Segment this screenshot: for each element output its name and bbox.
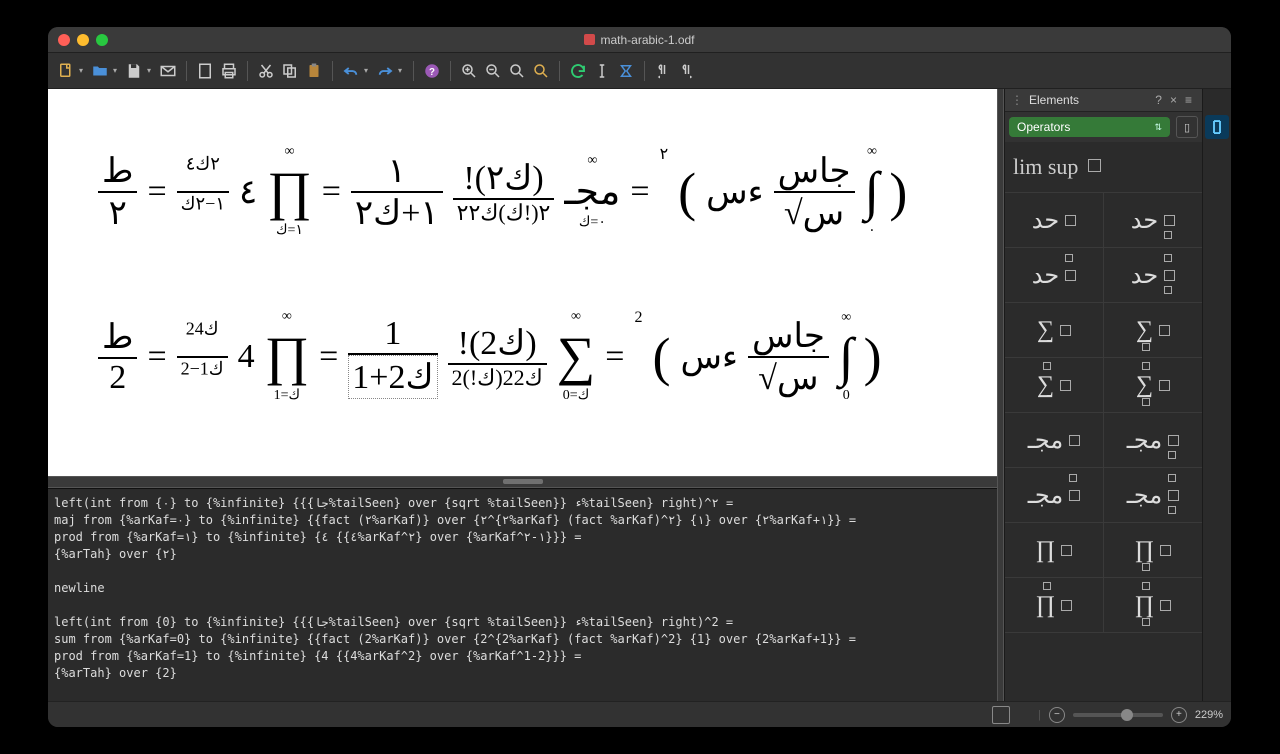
editor-column: ط٢ = ٢ك٤١−٢ك ٤ ∞∏١=ك = ١١+ك٢ !(ك٢)٢(!ك)ك… (48, 89, 997, 701)
zoom-level-text[interactable]: 229% (1195, 709, 1223, 721)
titlebar: math-arabic-1.odf (48, 27, 1231, 52)
formula-cursor-button[interactable] (590, 59, 614, 83)
save-dropdown[interactable]: ▾ (147, 66, 155, 75)
refresh-button[interactable] (566, 59, 590, 83)
panel-title: Elements (1029, 93, 1079, 107)
formula-preview[interactable]: ط٢ = ٢ك٤١−٢ك ٤ ∞∏١=ك = ١١+ك٢ !(ك٢)٢(!ك)ك… (48, 89, 997, 476)
vertical-splitter[interactable] (997, 89, 1004, 701)
element-sum-4[interactable]: ∑ (1104, 358, 1202, 412)
element-sum-3[interactable]: ∑ (1005, 358, 1104, 412)
undo-button[interactable] (339, 59, 363, 83)
panel-help-icon[interactable]: ? (1155, 93, 1162, 107)
content-area: ط٢ = ٢ك٤١−٢ك ٤ ∞∏١=ك = ١١+ك٢ !(ك٢)٢(!ك)ك… (48, 89, 1231, 701)
sidebar-tab-elements[interactable] (1205, 115, 1229, 139)
ltr-button[interactable] (651, 59, 675, 83)
rtl-button[interactable] (675, 59, 699, 83)
document-icon (584, 34, 595, 45)
element-sum-2[interactable]: ∑ (1104, 303, 1202, 357)
symbols-button[interactable] (614, 59, 638, 83)
panel-grip-icon[interactable]: ⋮ (1011, 93, 1023, 107)
panel-header: ⋮ Elements ? × ≡ (1005, 89, 1202, 112)
open-dropdown[interactable]: ▾ (113, 66, 121, 75)
open-button[interactable] (88, 59, 112, 83)
statusbar: | − + 229% (48, 701, 1231, 727)
svg-text:?: ? (429, 66, 435, 77)
print-button[interactable] (217, 59, 241, 83)
zoom-100-button[interactable] (505, 59, 529, 83)
new-dropdown[interactable]: ▾ (79, 66, 87, 75)
zoom-out-button[interactable] (481, 59, 505, 83)
element-prod-3[interactable]: ∏ (1005, 578, 1104, 632)
redo-dropdown[interactable]: ▾ (398, 66, 406, 75)
main-toolbar: ▾ ▾ ▾ ▾ ▾ ? (48, 52, 1231, 89)
horizontal-splitter[interactable] (48, 476, 997, 488)
zoom-slider[interactable] (1073, 713, 1163, 717)
undo-dropdown[interactable]: ▾ (364, 66, 372, 75)
redo-button[interactable] (373, 59, 397, 83)
document-title-text: math-arabic-1.odf (600, 33, 694, 47)
zoom-in-status-button[interactable]: + (1171, 707, 1187, 723)
category-row: Operators ⇅ ▯ (1005, 112, 1202, 142)
element-maj-4[interactable]: مجـ (1104, 468, 1202, 522)
panel-menu-icon[interactable]: ≡ (1185, 93, 1192, 107)
cut-button[interactable] (254, 59, 278, 83)
element-maj-1[interactable]: مجـ (1005, 413, 1104, 467)
copy-button[interactable] (278, 59, 302, 83)
zoom-in-button[interactable] (457, 59, 481, 83)
element-lim-3[interactable]: حد (1005, 248, 1104, 302)
help-button[interactable]: ? (420, 59, 444, 83)
zoom-fit-button[interactable] (529, 59, 553, 83)
zoom-out-status-button[interactable]: − (1049, 707, 1065, 723)
element-limsup[interactable]: lim sup (1005, 142, 1202, 193)
app-window: math-arabic-1.odf ▾ ▾ ▾ ▾ ▾ ? (48, 27, 1231, 727)
element-prod-4[interactable]: ∏ (1104, 578, 1202, 632)
element-sum-1[interactable]: ∑ (1005, 303, 1104, 357)
category-select[interactable]: Operators ⇅ (1009, 117, 1170, 137)
element-lim-2[interactable]: حد (1104, 193, 1202, 247)
paste-button[interactable] (302, 59, 326, 83)
window-title: math-arabic-1.odf (48, 33, 1231, 47)
save-status-icon[interactable] (992, 706, 1010, 724)
element-maj-3[interactable]: مجـ (1005, 468, 1104, 522)
element-lim-1[interactable]: حد (1005, 193, 1104, 247)
save-button[interactable] (122, 59, 146, 83)
element-lim-4[interactable]: حد (1104, 248, 1202, 302)
element-prod-1[interactable]: ∏ (1005, 523, 1104, 577)
elements-panel: ⋮ Elements ? × ≡ Operators ⇅ ▯ lim sup (1004, 89, 1202, 701)
mail-button[interactable] (156, 59, 180, 83)
chevron-updown-icon: ⇅ (1154, 122, 1162, 133)
panel-close-icon[interactable]: × (1170, 93, 1177, 107)
sidebar-tabs (1202, 89, 1231, 701)
right-sidebar: ⋮ Elements ? × ≡ Operators ⇅ ▯ lim sup (1004, 89, 1231, 701)
formula-line-1: ط٢ = ٢ك٤١−٢ك ٤ ∞∏١=ك = ١١+ك٢ !(ك٢)٢(!ك)ك… (98, 144, 967, 239)
elements-grid: lim sup حد حد حد حد ∑ ∑ ∑ (1005, 142, 1202, 701)
category-label: Operators (1017, 120, 1070, 134)
formula-code-editor[interactable]: left(int from {٠} to {%infinite} {{{جا%t… (48, 488, 997, 701)
element-prod-2[interactable]: ∏ (1104, 523, 1202, 577)
category-view-button[interactable]: ▯ (1176, 116, 1198, 138)
formula-line-2: ط2 = 2ك42−1ك 4 ∞∏1=ك = 11+ك2 !(ك2)2(!ك)ك… (98, 309, 967, 404)
new-button[interactable] (54, 59, 78, 83)
element-maj-2[interactable]: مجـ (1104, 413, 1202, 467)
export-pdf-button[interactable] (193, 59, 217, 83)
